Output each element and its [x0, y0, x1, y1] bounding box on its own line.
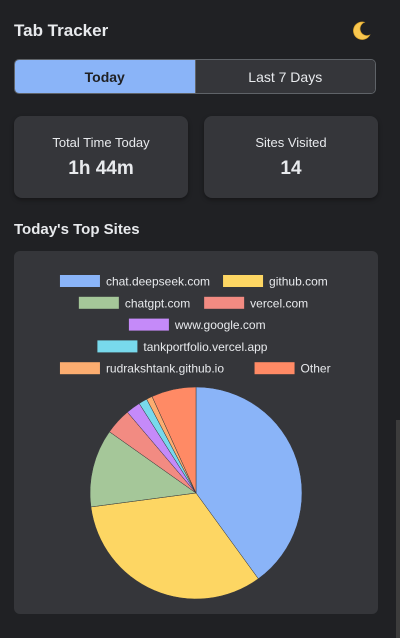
legend-swatch: [204, 296, 245, 309]
total-time-label: Total Time Today: [52, 134, 150, 150]
legend-label: chatgpt.com: [125, 296, 190, 310]
legend-swatch: [223, 275, 264, 287]
legend-item[interactable]: chat.deepseek.com: [59, 275, 210, 289]
legend-item[interactable]: Other: [254, 362, 331, 376]
legend-item[interactable]: tankportfolio.vercel.app: [97, 340, 268, 354]
sites-visited-label: Sites Visited: [255, 134, 327, 150]
legend-item[interactable]: chatgpt.com: [78, 296, 190, 310]
legend-label: Other: [301, 362, 331, 376]
legend-label: vercel.com: [250, 296, 308, 310]
top-sites-heading: Today's Top Sites: [14, 221, 140, 238]
scrollbar[interactable]: [396, 420, 400, 638]
moon-icon[interactable]: [348, 18, 374, 44]
pie-chart-svg: chat.deepseek.com github.com chatgpt.com ve…: [59, 275, 331, 600]
legend-item[interactable]: vercel.com: [204, 296, 308, 310]
legend-item[interactable]: github.com: [223, 275, 328, 289]
legend-label: rudrakshtank.github.io: [106, 362, 224, 376]
legend-swatch: [59, 362, 100, 375]
legend-swatch: [78, 296, 119, 309]
legend-label: tankportfolio.vercel.app: [143, 340, 267, 354]
legend-label: chat.deepseek.com: [106, 275, 210, 289]
legend-item[interactable]: rudrakshtank.github.io: [59, 362, 224, 376]
legend-swatch: [254, 362, 295, 375]
tab-today[interactable]: Today: [15, 60, 195, 93]
moon-icon-graphic: [353, 21, 371, 40]
tab-tracker-popup: Tab Tracker Today Last 7 Days Total Time…: [0, 0, 400, 638]
legend-swatch: [59, 275, 100, 287]
header: Tab Tracker: [14, 18, 374, 44]
tab-last-7-days[interactable]: Last 7 Days: [194, 60, 375, 93]
legend-item[interactable]: www.google.com: [128, 318, 266, 332]
legend-label: github.com: [269, 275, 328, 289]
legend-swatch: [97, 340, 138, 353]
total-time-card: Total Time Today 1h 44m: [14, 116, 188, 198]
total-time-value: 1h 44m: [68, 157, 134, 179]
app-title: Tab Tracker: [14, 21, 109, 40]
sites-visited-card: Sites Visited 14: [204, 116, 378, 198]
period-tabs: Today Last 7 Days: [14, 59, 376, 94]
top-sites-chart: chat.deepseek.com github.com chatgpt.com ve…: [14, 251, 378, 614]
legend-label: www.google.com: [174, 318, 266, 332]
legend-swatch: [128, 318, 169, 331]
sites-visited-value: 14: [280, 157, 302, 179]
